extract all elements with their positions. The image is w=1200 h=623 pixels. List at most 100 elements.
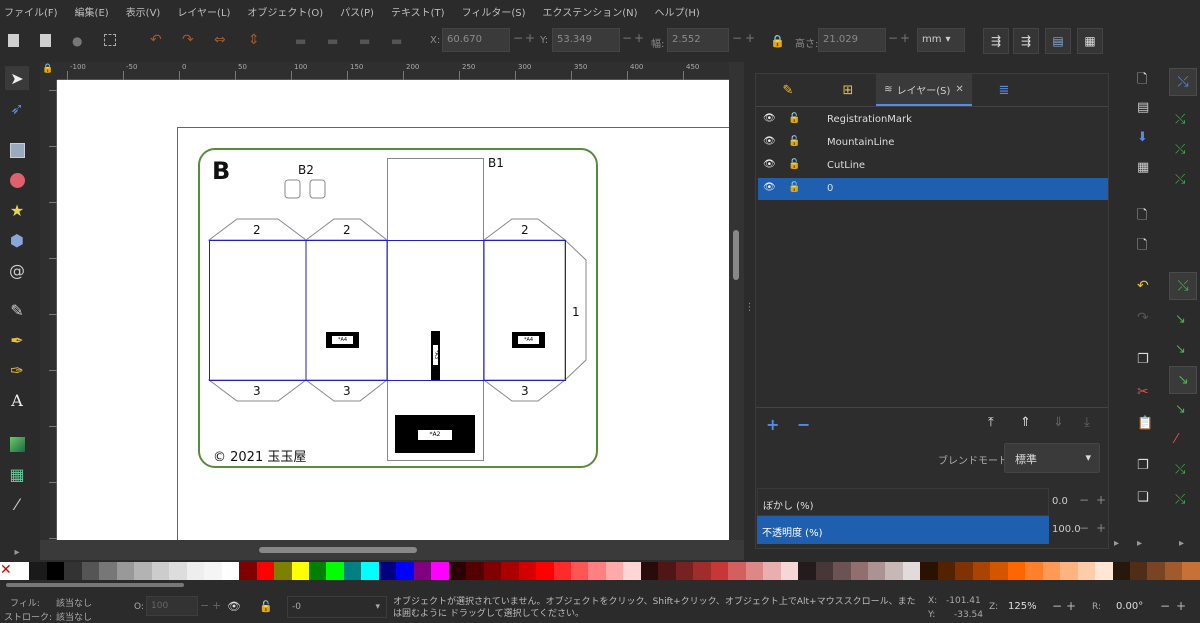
color-swatch[interactable]: [204, 562, 222, 580]
menu-item[interactable]: 表示(V): [126, 4, 161, 19]
color-swatch[interactable]: [588, 562, 606, 580]
remove-layer-icon[interactable]: −: [797, 415, 810, 434]
copy-icon[interactable]: ❐: [1137, 352, 1149, 367]
menu-item[interactable]: パス(P): [340, 4, 374, 19]
undo-icon[interactable]: ↶: [1137, 278, 1149, 294]
unit-select[interactable]: mm ▾: [917, 28, 965, 52]
height-minus-button[interactable]: −: [888, 31, 898, 45]
color-swatch[interactable]: [1077, 562, 1096, 580]
menu-item[interactable]: オブジェクト(O): [247, 4, 323, 19]
color-swatch[interactable]: [501, 562, 519, 580]
color-swatch[interactable]: [378, 562, 397, 580]
scale-stroke-icon[interactable]: ⇶: [983, 28, 1009, 54]
palette-scroll-thumb[interactable]: [6, 583, 184, 587]
color-swatch[interactable]: [1042, 562, 1061, 580]
color-swatch[interactable]: [693, 562, 711, 580]
selector-tool-icon[interactable]: ➤: [5, 66, 29, 90]
lock-icon[interactable]: 🔓: [788, 136, 800, 147]
color-swatch[interactable]: [763, 562, 781, 580]
color-swatch[interactable]: [169, 562, 187, 580]
color-swatch[interactable]: [221, 562, 240, 580]
node-tool-icon[interactable]: ➶: [5, 96, 29, 120]
deselect-icon[interactable]: ●: [72, 34, 86, 48]
zoom-plus-button[interactable]: +: [1066, 599, 1076, 613]
calligraphy-tool-icon[interactable]: ✑: [5, 358, 29, 382]
flip-horizontal-icon[interactable]: ⇔: [214, 32, 228, 48]
color-swatch[interactable]: [1007, 562, 1026, 580]
spiral-tool-icon[interactable]: @: [5, 258, 29, 282]
rotation-field[interactable]: 0.00°: [1110, 596, 1154, 618]
expand-panel-icon[interactable]: ▸: [1114, 538, 1119, 549]
color-swatch[interactable]: [134, 562, 152, 580]
height-plus-button[interactable]: +: [900, 31, 910, 45]
rotation-plus-button[interactable]: +: [1176, 599, 1186, 613]
color-swatch[interactable]: [902, 562, 921, 580]
export-icon[interactable]: 🗋: [1137, 236, 1147, 258]
opacity-slider[interactable]: 不透明度 (%): [757, 516, 1049, 544]
rotate-cw-icon[interactable]: ↷: [182, 32, 196, 48]
color-swatch[interactable]: [1147, 562, 1165, 580]
tab-layers[interactable]: ≋ レイヤー(S) ✕: [876, 74, 972, 106]
import-icon[interactable]: 🗋: [1137, 206, 1147, 228]
color-swatch[interactable]: [867, 562, 886, 580]
zoom-minus-button[interactable]: −: [1052, 599, 1062, 613]
color-swatch[interactable]: [815, 562, 834, 580]
redo-icon[interactable]: ↷: [1137, 310, 1149, 326]
color-swatch[interactable]: [361, 562, 379, 580]
color-swatch[interactable]: [850, 562, 868, 580]
vertical-scrollbar[interactable]: [729, 62, 744, 540]
color-swatch[interactable]: [81, 562, 100, 580]
pencil-tool-icon[interactable]: ✎: [5, 298, 29, 322]
menu-item[interactable]: フィルター(S): [462, 4, 526, 19]
close-icon[interactable]: ✕: [955, 84, 963, 95]
layer-lock-icon[interactable]: 🔓: [259, 600, 273, 613]
paste-icon[interactable]: 📋: [1137, 416, 1153, 431]
snap-paths-icon[interactable]: ↘: [1175, 312, 1186, 327]
lower-to-bottom-icon[interactable]: ▬: [391, 34, 405, 48]
dropper-tool-icon[interactable]: ⁄: [5, 492, 29, 516]
layer-to-bottom-icon[interactable]: ⤓: [1084, 415, 1090, 430]
width-field[interactable]: 2.552: [667, 28, 729, 52]
lock-guides-icon[interactable]: 🔒: [42, 64, 54, 76]
color-swatch[interactable]: [12, 562, 30, 580]
color-swatch[interactable]: [1164, 562, 1183, 580]
vertical-scroll-thumb[interactable]: [733, 230, 739, 280]
color-swatch[interactable]: [1060, 562, 1078, 580]
color-swatch[interactable]: [256, 562, 275, 580]
eye-icon[interactable]: 👁: [763, 182, 776, 193]
no-paint-swatch[interactable]: ✕: [0, 562, 12, 580]
color-swatch[interactable]: [675, 562, 694, 580]
expand-snap-icon[interactable]: ▸: [1179, 538, 1184, 549]
layer-row[interactable]: 👁 🔓 CutLine: [758, 155, 1108, 177]
color-swatch[interactable]: [745, 562, 764, 580]
zoom-field[interactable]: 125%: [1002, 596, 1050, 618]
lock-icon[interactable]: 🔓: [788, 113, 800, 124]
opacity-minus-button[interactable]: −: [200, 599, 209, 612]
color-swatch[interactable]: [99, 562, 117, 580]
color-swatch[interactable]: [326, 562, 344, 580]
snap-intersections-icon[interactable]: ↘: [1175, 342, 1186, 357]
expand-commands-icon[interactable]: ▸: [1137, 538, 1142, 549]
move-patterns-icon[interactable]: ▦: [1077, 28, 1103, 54]
blur-plus-button[interactable]: +: [1096, 493, 1106, 507]
color-swatch[interactable]: [955, 562, 973, 580]
snap-bbox-icon[interactable]: ⤯: [1175, 112, 1185, 127]
color-swatch[interactable]: [518, 562, 537, 580]
pen-tool-icon[interactable]: ✒: [5, 328, 29, 352]
horizontal-scroll-thumb[interactable]: [259, 547, 417, 553]
rotate-ccw-icon[interactable]: ↶: [150, 32, 164, 48]
color-swatch[interactable]: [553, 562, 571, 580]
blur-value[interactable]: 0.0: [1052, 496, 1068, 507]
menu-item[interactable]: ファイル(F): [4, 4, 58, 19]
stroke-value[interactable]: 該当なし: [56, 610, 92, 623]
color-swatch[interactable]: [1112, 562, 1130, 580]
menu-item[interactable]: ヘルプ(H): [655, 4, 700, 19]
select-all-icon[interactable]: [8, 34, 19, 47]
color-swatch[interactable]: [1095, 562, 1113, 580]
raise-to-top-icon[interactable]: ▬: [295, 34, 309, 48]
blend-mode-select[interactable]: 標準 ▾: [1004, 443, 1100, 473]
panel-drag-handle[interactable]: ⋮: [744, 62, 755, 562]
snap-corners-icon[interactable]: ⤯: [1175, 172, 1185, 187]
color-swatch[interactable]: [972, 562, 991, 580]
eye-icon[interactable]: 👁: [763, 136, 776, 147]
